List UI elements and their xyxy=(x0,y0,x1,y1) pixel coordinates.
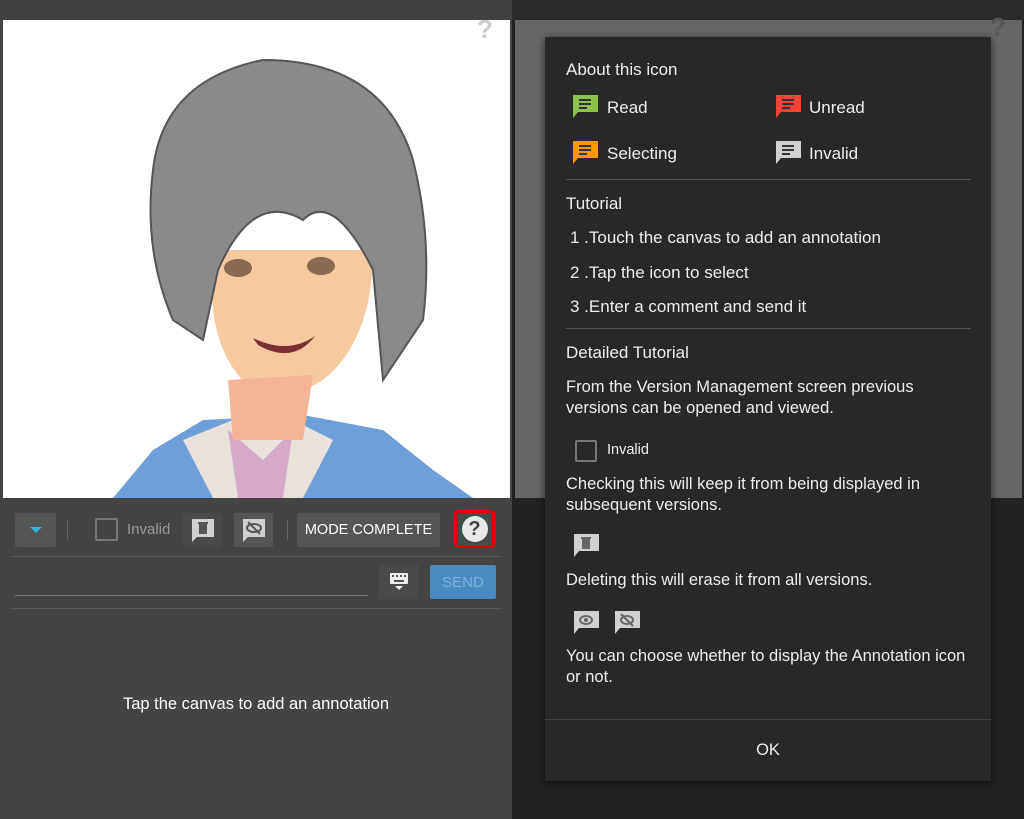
comment-icon xyxy=(776,95,801,118)
image-canvas[interactable]: ? xyxy=(3,20,510,498)
comment-input[interactable] xyxy=(15,566,368,596)
top-bar xyxy=(512,0,1024,20)
annotation-screen: ? Invalid MODE COMPLETE ? SEND Tap the c… xyxy=(0,0,512,819)
mode-complete-button[interactable]: MODE COMPLETE xyxy=(297,513,440,547)
hide-icon-button[interactable] xyxy=(234,513,273,547)
dropdown-button[interactable] xyxy=(15,513,56,547)
delete-button[interactable] xyxy=(183,513,222,547)
keyboard-button[interactable] xyxy=(379,565,419,599)
eye-off-icon xyxy=(242,519,265,542)
comment-icon xyxy=(573,95,598,118)
invalid-label: Invalid xyxy=(127,521,171,538)
tutorial-step: 1 .Touch the canvas to add an annotation xyxy=(570,228,881,247)
help-dialog: About this icon Read Unread Selecting In… xyxy=(545,37,991,781)
eye-off-icon xyxy=(615,611,640,634)
help-icon: ? xyxy=(990,12,1006,42)
character-illustration xyxy=(113,58,473,498)
dropdown-icon xyxy=(29,527,42,533)
about-title: About this icon xyxy=(566,60,678,79)
legend-label: Unread xyxy=(809,98,865,117)
divider xyxy=(566,179,971,180)
display-text: You can choose whether to display the An… xyxy=(566,647,966,686)
detailed-title: Detailed Tutorial xyxy=(566,343,689,362)
tutorial-step: 2 .Tap the icon to select xyxy=(570,263,749,282)
comment-icon xyxy=(776,141,801,164)
eye-icon xyxy=(574,611,599,634)
comment-icon xyxy=(573,141,598,164)
legend-label: Read xyxy=(607,98,648,117)
trash-icon xyxy=(574,534,599,557)
ok-button[interactable]: OK xyxy=(545,720,991,781)
invalid-label: Invalid xyxy=(607,442,649,458)
divider xyxy=(10,556,502,557)
trash-icon xyxy=(191,519,214,542)
legend-label: Invalid xyxy=(809,144,859,163)
tutorial-title: Tutorial xyxy=(566,194,623,213)
versions-text: From the Version Management screen previ… xyxy=(566,378,914,417)
help-icon[interactable]: ? xyxy=(477,20,493,45)
top-bar xyxy=(0,0,512,20)
divider xyxy=(287,520,288,540)
send-button[interactable]: SEND xyxy=(430,565,496,599)
invalid-checkbox[interactable] xyxy=(95,518,118,541)
hint-text: Tap the canvas to add an annotation xyxy=(122,695,390,713)
help-icon: ? xyxy=(461,516,488,542)
delete-text: Deleting this will erase it from all ver… xyxy=(566,571,873,589)
divider xyxy=(10,608,502,609)
tutorial-step: 3 .Enter a comment and send it xyxy=(570,297,807,316)
keyboard-icon xyxy=(390,573,408,590)
legend-label: Selecting xyxy=(607,144,677,163)
invalid-checkbox-example xyxy=(575,440,597,462)
invalid-text: Checking this will keep it from being di… xyxy=(566,475,921,514)
divider xyxy=(67,520,68,540)
help-button[interactable]: ? xyxy=(454,510,495,548)
divider xyxy=(566,328,971,329)
